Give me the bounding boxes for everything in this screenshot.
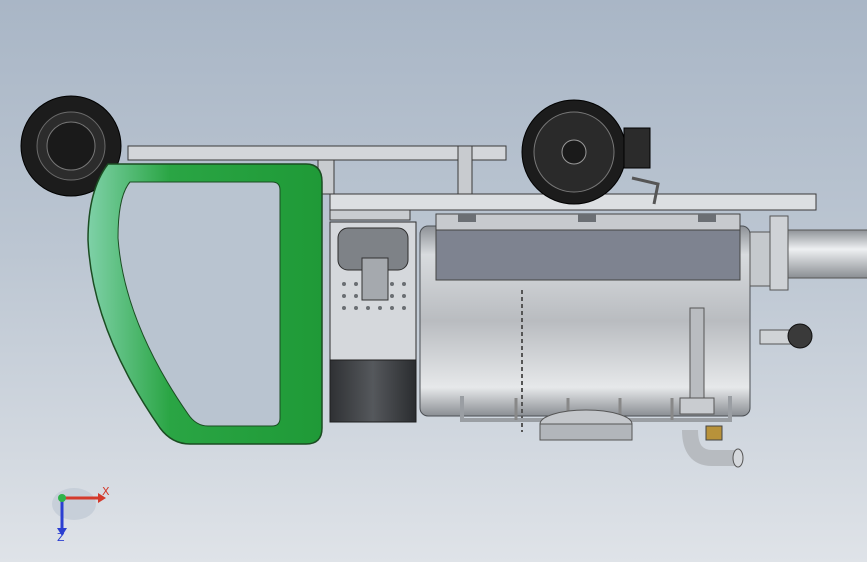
outlet-pipe [682, 425, 744, 468]
cad-model-drawing [20, 95, 867, 536]
axis-triad [52, 488, 106, 536]
tank-body [419, 213, 751, 432]
green-cab [87, 163, 323, 445]
control-box [329, 221, 417, 423]
x-axis-label: X [102, 485, 110, 498]
cad-viewport[interactable]: X Z [0, 0, 867, 562]
z-axis-label: Z [57, 531, 65, 544]
rear-fan [749, 215, 867, 349]
rear-wheel [521, 99, 660, 205]
